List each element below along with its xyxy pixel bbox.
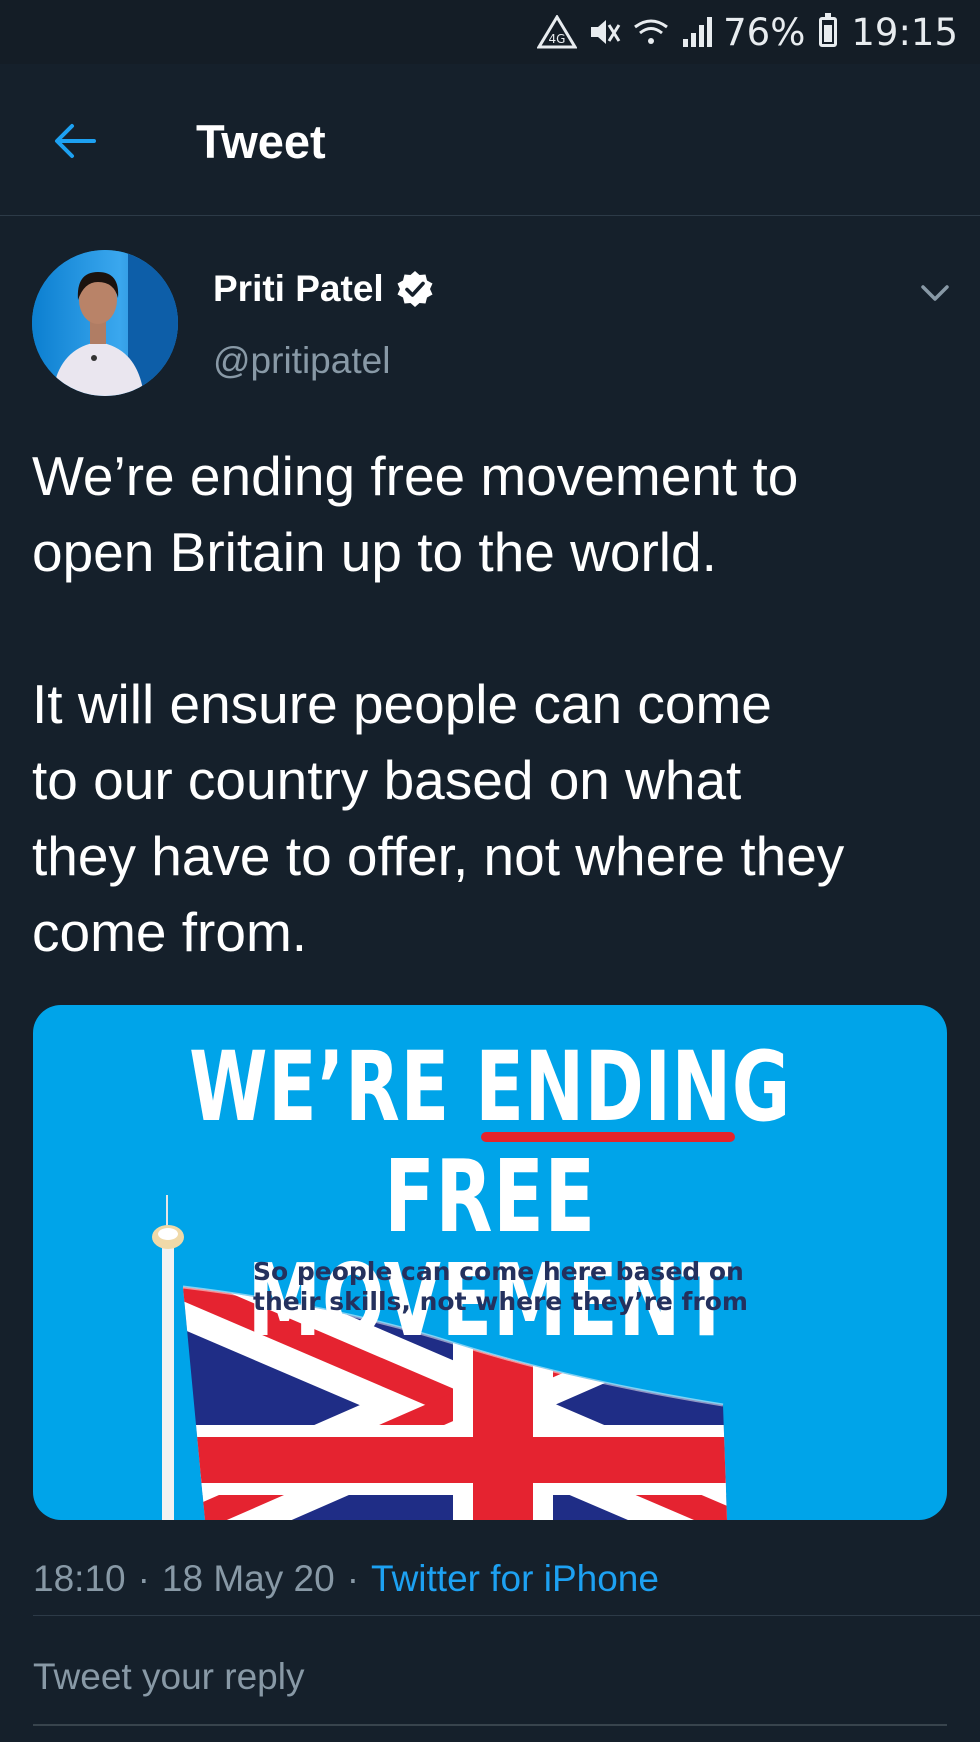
- author-name-text: Priti Patel: [213, 268, 384, 309]
- reply-input-underline: [33, 1724, 947, 1726]
- meta-separator: ·: [137, 1558, 150, 1599]
- reply-input[interactable]: Tweet your reply: [33, 1656, 304, 1698]
- media-subline-1: So people can come here based on: [253, 1257, 744, 1286]
- media-subline-2: their skills, not where they’re from: [253, 1287, 748, 1316]
- app-header: Tweet: [0, 64, 980, 216]
- mute-icon: [587, 15, 621, 49]
- tweet-time: 18:10: [33, 1558, 126, 1599]
- avatar[interactable]: [32, 250, 178, 396]
- battery-percent: 76%: [723, 10, 806, 54]
- divider: [33, 1615, 980, 1616]
- page-title: Tweet: [196, 115, 326, 168]
- arrow-left-icon: [55, 124, 96, 158]
- warning-icon: 4G: [537, 15, 578, 49]
- author-name[interactable]: Priti Patel: [213, 268, 434, 310]
- chevron-down-icon: [921, 285, 949, 301]
- tweet-source-link[interactable]: Twitter for iPhone: [371, 1558, 659, 1600]
- svg-text:4G: 4G: [549, 32, 566, 46]
- meta-separator: ·: [346, 1558, 360, 1599]
- tweet-options-button[interactable]: [918, 276, 952, 310]
- tweet-text: We’re ending free movement to open Brita…: [32, 445, 845, 963]
- back-button[interactable]: [50, 116, 100, 166]
- tweet-date: 18 May 20: [161, 1558, 335, 1599]
- battery-icon: [819, 13, 838, 47]
- wifi-icon: [631, 15, 671, 49]
- media-headline-line-1: WE’RE ENDING: [152, 1037, 828, 1137]
- media-headline-ending: ENDING: [475, 1031, 791, 1143]
- status-time: 19:15: [851, 10, 958, 54]
- tweet-media-image[interactable]: WE’RE ENDING FREE MOVEMENT So people can…: [33, 1005, 947, 1520]
- status-bar: 4G 76% 19:15: [0, 0, 980, 64]
- signal-icon: [681, 15, 713, 49]
- verified-badge-icon: [397, 271, 433, 307]
- media-headline-line-2: FREE MOVEMENT: [247, 1138, 733, 1359]
- media-headline-we-re: WE’RE: [189, 1031, 476, 1143]
- author-handle[interactable]: @pritipatel: [213, 340, 390, 382]
- tweet-meta: 18:10 · 18 May 20 · Twitter for iPhone: [33, 1558, 659, 1600]
